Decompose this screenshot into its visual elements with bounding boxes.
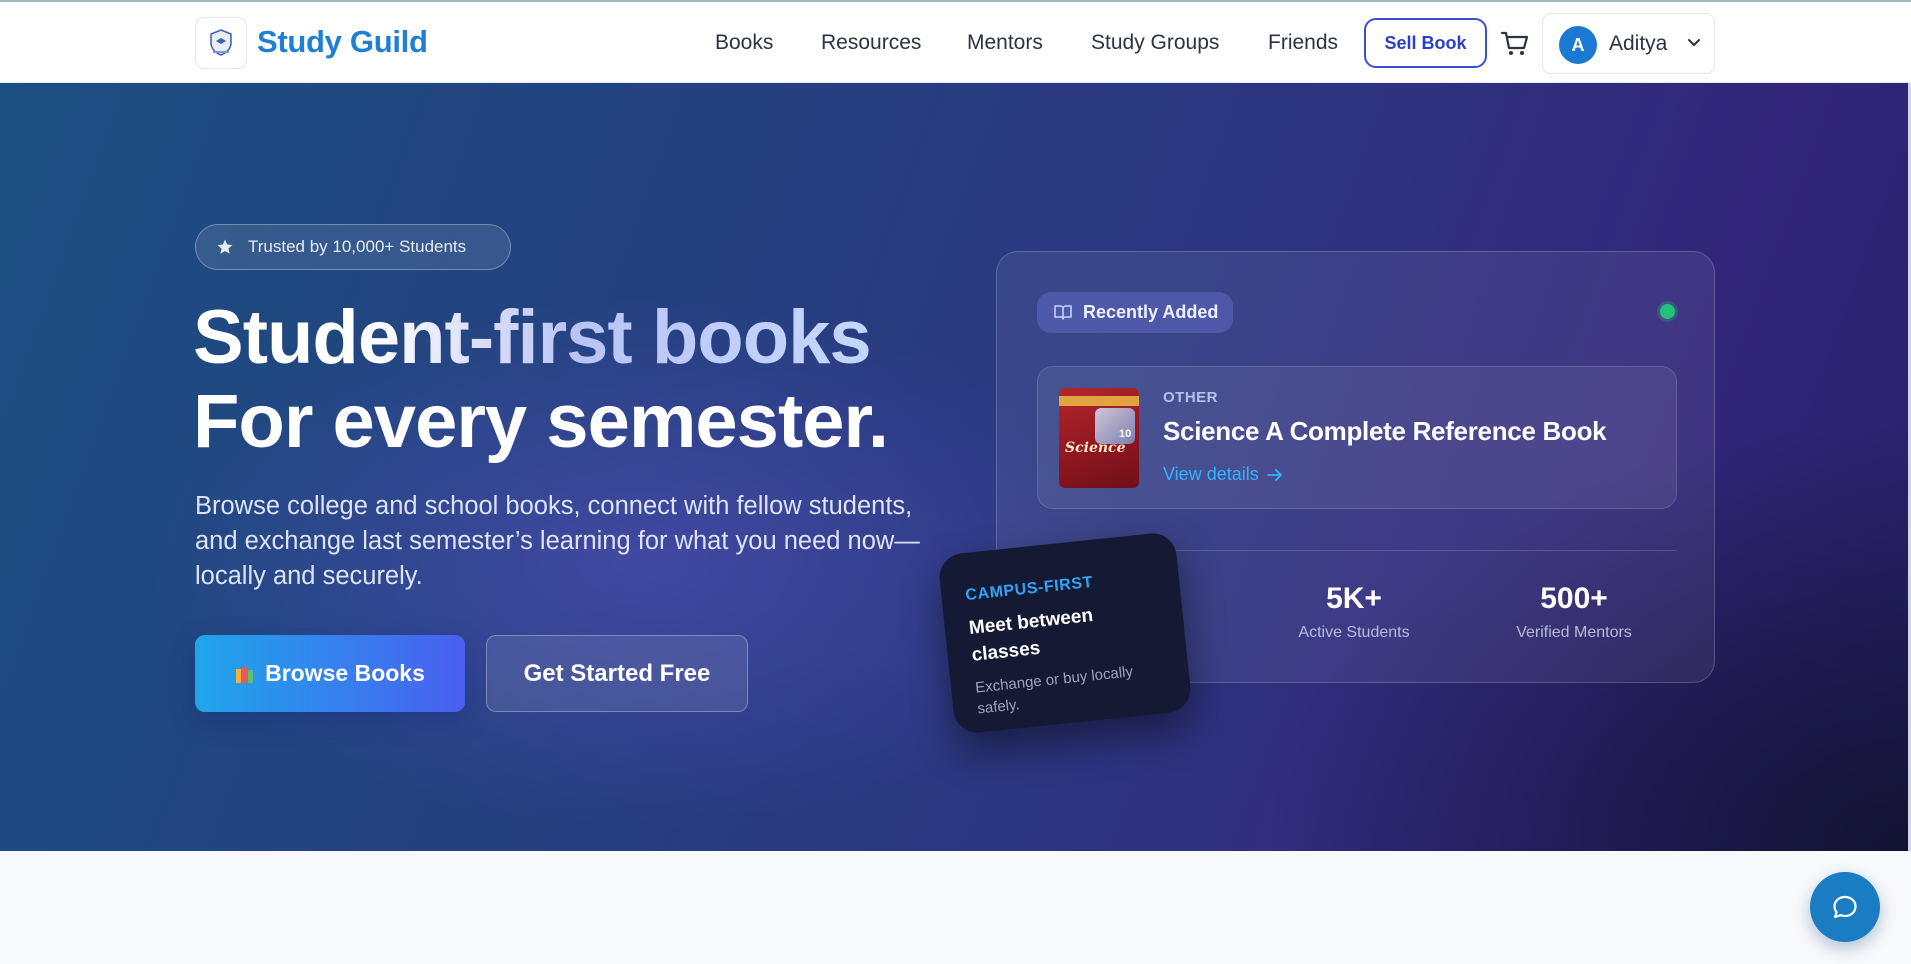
stat-active-students: 5K+ Active Students: [1264, 582, 1444, 642]
recently-added-label: Recently Added: [1083, 302, 1219, 322]
tile-kicker: CAMPUS-FIRST: [964, 573, 1094, 605]
status-dot: [1660, 304, 1675, 319]
view-details-label: View details: [1163, 464, 1259, 484]
tile-subtitle: Exchange or buy locally safely.: [974, 663, 1134, 718]
user-menu[interactable]: A Aditya: [1542, 13, 1715, 74]
nav-books[interactable]: Books: [715, 31, 773, 55]
hero-section: Trusted by 10,000+ Students Student-firs…: [0, 83, 1911, 851]
cover-title: Science: [1065, 440, 1126, 456]
page-title: Student-first books For every semester.: [193, 296, 889, 464]
tile-title: Meet between classes: [967, 605, 1095, 666]
arrow-right-icon: [1266, 469, 1282, 481]
nav-mentors[interactable]: Mentors: [967, 31, 1043, 55]
stat-verified-mentors: 500+ Verified Mentors: [1484, 582, 1664, 642]
logo-shield-icon: [210, 29, 232, 56]
get-started-button[interactable]: Get Started Free: [486, 635, 748, 712]
cart-icon[interactable]: [1500, 30, 1530, 58]
user-name: Aditya: [1609, 32, 1668, 55]
book-title: Science A Complete Reference Book: [1163, 416, 1607, 446]
avatar: A: [1559, 26, 1597, 64]
chat-button[interactable]: [1810, 872, 1880, 942]
site-header: Study Guild Books Resources Mentors Stud…: [0, 2, 1911, 83]
sell-book-button[interactable]: Sell Book: [1364, 18, 1487, 68]
book-item[interactable]: 10 Science OTHER Science A Complete Refe…: [1037, 366, 1677, 509]
books-icon: [236, 666, 254, 683]
brand-name[interactable]: Study Guild: [257, 24, 428, 60]
recently-added-pill: Recently Added: [1037, 292, 1233, 333]
book-category: OTHER: [1163, 389, 1218, 406]
nav-friends[interactable]: Friends: [1268, 31, 1338, 55]
stat-label: Active Students: [1298, 624, 1410, 641]
browse-books-button[interactable]: Browse Books: [195, 635, 465, 712]
cover-grade: 10: [1119, 428, 1132, 440]
logo[interactable]: [195, 17, 247, 69]
chevron-down-icon: [1688, 39, 1700, 46]
trust-badge-label: Trusted by 10,000+ Students: [248, 237, 467, 256]
campus-first-tile: CAMPUS-FIRST Meet between classes Exchan…: [937, 531, 1193, 735]
headline-line-2: For every semester.: [193, 379, 889, 464]
view-details-link[interactable]: View details: [1163, 464, 1283, 485]
nav-resources[interactable]: Resources: [821, 31, 921, 55]
book-cover: 10 Science: [1059, 388, 1139, 488]
stat-value: 500+: [1540, 582, 1608, 615]
hero-subtitle: Browse college and school books, connect…: [195, 492, 920, 590]
trust-badge: Trusted by 10,000+ Students: [195, 224, 511, 270]
star-icon: [217, 239, 233, 254]
chat-icon: [1833, 895, 1857, 919]
stat-label: Verified Mentors: [1516, 624, 1632, 641]
headline-line-1: Student-first books: [193, 296, 888, 380]
cover-band: [1059, 396, 1139, 406]
browse-books-label: Browse Books: [265, 660, 425, 686]
nav-study-groups[interactable]: Study Groups: [1091, 31, 1219, 55]
stat-value: 5K+: [1326, 582, 1382, 615]
open-book-icon: [1054, 305, 1072, 320]
